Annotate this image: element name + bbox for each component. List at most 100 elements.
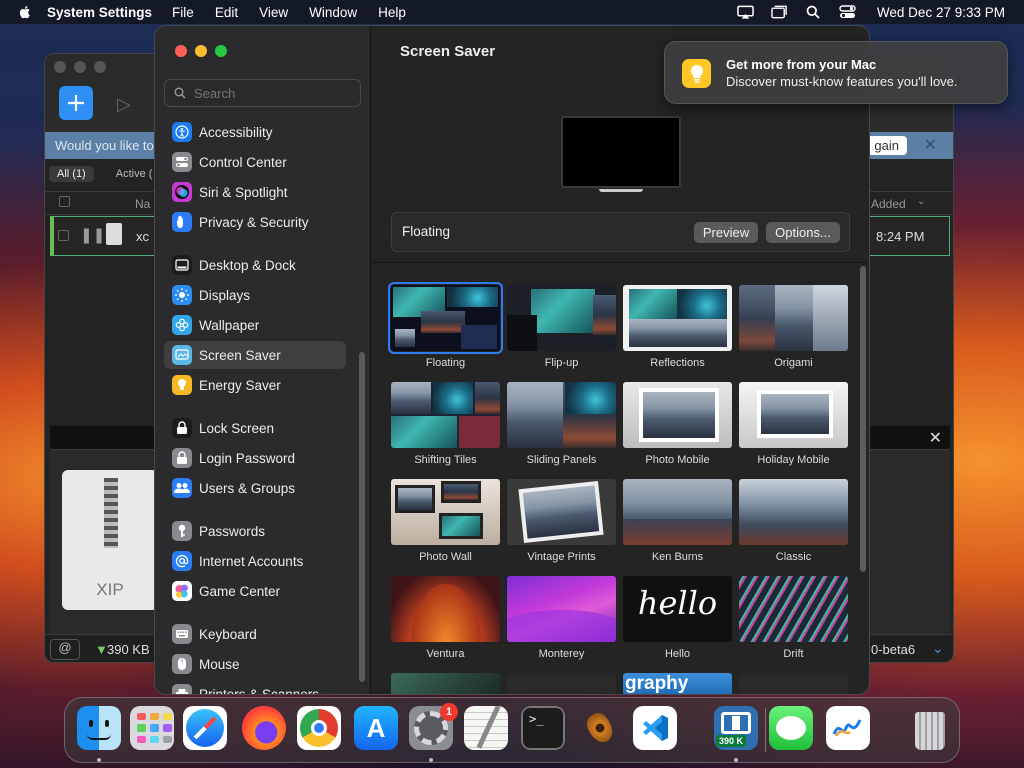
firefox-icon[interactable] xyxy=(242,706,286,750)
sidebar-item-internet-accounts[interactable]: Internet Accounts xyxy=(164,547,346,575)
close-icon[interactable]: ✕ xyxy=(929,428,942,448)
screensaver-tile-vintage-prints[interactable]: Vintage Prints xyxy=(507,479,616,563)
screensaver-tile-reflections[interactable]: Reflections xyxy=(623,285,732,369)
screensaver-tile-ventura[interactable]: Ventura xyxy=(391,576,500,660)
sidebar-item-passwords[interactable]: Passwords xyxy=(164,517,346,545)
launchpad-icon[interactable] xyxy=(130,706,174,750)
bg-window-controls[interactable] xyxy=(54,61,106,73)
screensaver-tile-photo-wall[interactable]: Photo Wall xyxy=(391,479,500,563)
snail-icon[interactable]: @ xyxy=(50,639,80,660)
close-icon[interactable]: ✕ xyxy=(924,135,937,155)
screensaver-tile-partial[interactable] xyxy=(739,673,848,694)
control-center-icon xyxy=(172,152,192,172)
sidebar-item-label: Login Password xyxy=(199,450,296,466)
search-input[interactable] xyxy=(194,85,344,101)
screensaver-tile-ken-burns[interactable]: Ken Burns xyxy=(623,479,732,563)
bg-header-checkbox[interactable] xyxy=(59,196,70,207)
sidebar-item-control-center[interactable]: Control Center xyxy=(164,148,346,176)
screensaver-tile-monterey[interactable]: Monterey xyxy=(507,576,616,660)
play-icon[interactable]: ▷ xyxy=(117,94,131,115)
sidebar-item-desktop-dock[interactable]: Desktop & Dock xyxy=(164,251,346,279)
control-center-icon[interactable] xyxy=(839,5,856,20)
textedit-icon[interactable] xyxy=(464,706,508,750)
bg-tab-active[interactable]: Active ( xyxy=(108,166,161,182)
minimize-button[interactable] xyxy=(195,45,207,57)
screensaver-tile-sliding-panels[interactable]: Sliding Panels xyxy=(507,382,616,466)
screensaver-tile-origami[interactable]: Origami xyxy=(739,285,848,369)
pause-icon[interactable]: ❚❚ xyxy=(80,226,105,244)
screensaver-tile-partial[interactable] xyxy=(507,673,616,694)
search-field[interactable] xyxy=(164,79,361,107)
finder-icon[interactable] xyxy=(77,706,121,750)
sidebar-scrollbar[interactable] xyxy=(359,352,365,682)
messages-icon[interactable] xyxy=(769,706,813,750)
sidebar-item-users-groups[interactable]: Users & Groups xyxy=(164,474,346,502)
help-menu[interactable]: Help xyxy=(378,5,406,20)
terminal-icon[interactable]: >_ xyxy=(521,706,565,750)
bg-name-header[interactable]: Na xyxy=(135,197,150,211)
freeform-icon[interactable] xyxy=(826,706,870,750)
window-menu[interactable]: Window xyxy=(309,5,357,20)
battery-icon xyxy=(172,375,192,395)
sidebar-item-printers-scanners[interactable]: Printers & Scanners xyxy=(164,680,346,695)
screensaver-thumbnail xyxy=(391,673,500,694)
bg-tab-all[interactable]: All (1) xyxy=(49,166,94,182)
screensaver-tile-shifting-tiles[interactable]: Shifting Tiles xyxy=(391,382,500,466)
menu-clock[interactable]: Wed Dec 27 9:33 PM xyxy=(877,5,1005,20)
content-scrollbar[interactable] xyxy=(860,266,866,572)
screensaver-tile-classic[interactable]: Classic xyxy=(739,479,848,563)
sidebar-item-login-password[interactable]: Login Password xyxy=(164,444,346,472)
safari-icon[interactable] xyxy=(183,706,227,750)
chrome-icon[interactable] xyxy=(297,706,341,750)
trash-icon[interactable] xyxy=(908,706,952,750)
sidebar-item-privacy-security[interactable]: Privacy & Security xyxy=(164,208,346,236)
screensaver-tile-photo-mobile[interactable]: Photo Mobile xyxy=(623,382,732,466)
edit-menu[interactable]: Edit xyxy=(215,5,238,20)
sidebar-item-keyboard[interactable]: Keyboard xyxy=(164,620,346,648)
apple-icon[interactable] xyxy=(17,4,33,20)
vscode-icon[interactable] xyxy=(633,706,677,750)
sidebar-item-accessibility[interactable]: Accessibility xyxy=(164,118,346,146)
sidebar-item-wallpaper[interactable]: Wallpaper xyxy=(164,311,346,339)
view-menu[interactable]: View xyxy=(259,5,288,20)
sidebar-item-lock-screen[interactable]: Lock Screen xyxy=(164,414,346,442)
file-menu[interactable]: File xyxy=(172,5,194,20)
bg-again-button[interactable]: gain xyxy=(866,136,907,155)
zoom-button[interactable] xyxy=(215,45,227,57)
options-button[interactable]: Options... xyxy=(766,222,840,243)
chevron-down-icon[interactable]: ⌄ xyxy=(932,640,944,657)
sidebar-item-label: Printers & Scanners xyxy=(199,686,320,695)
sidebar-item-energy-saver[interactable]: Energy Saver xyxy=(164,371,346,399)
screen-mirroring-icon[interactable] xyxy=(737,5,754,20)
sidebar-item-siri-spotlight[interactable]: Siri & Spotlight xyxy=(164,178,346,206)
current-saver-name: Floating xyxy=(402,224,451,239)
search-icon[interactable] xyxy=(805,5,822,20)
sidebar-item-displays[interactable]: Displays xyxy=(164,281,346,309)
screensaver-tile-holiday-mobile[interactable]: Holiday Mobile xyxy=(739,382,848,466)
window-icon[interactable] xyxy=(771,5,788,20)
sidebar-item-mouse[interactable]: Mouse xyxy=(164,650,346,678)
bg-row-checkbox[interactable] xyxy=(58,230,69,241)
downloader-icon[interactable]: 390 K xyxy=(714,706,758,750)
notification-banner[interactable]: Get more from your Mac Discover must-kno… xyxy=(664,41,1008,104)
screensaver-thumbnail xyxy=(507,285,616,351)
screensaver-tile-floating[interactable]: Floating xyxy=(388,282,503,369)
screensaver-tile-flip-up[interactable]: Flip-up xyxy=(507,285,616,369)
bg-add-button[interactable] xyxy=(59,86,93,120)
screensaver-tile-partial[interactable]: graphy xyxy=(623,673,732,694)
screensaver-tile-partial[interactable] xyxy=(391,673,500,694)
screensaver-tile-hello[interactable]: hello Hello xyxy=(623,576,732,660)
sidebar-item-label: Internet Accounts xyxy=(199,553,304,569)
content-pane: Screen Saver Floating Preview Options...… xyxy=(371,26,869,694)
sidebar-item-game-center[interactable]: Game Center xyxy=(164,577,346,605)
app-name-menu[interactable]: System Settings xyxy=(47,5,152,20)
screensaver-tile-drift[interactable]: Drift xyxy=(739,576,848,660)
bg-added-header[interactable]: Added xyxy=(871,197,906,211)
sidebar-item-screen-saver[interactable]: Screen Saver xyxy=(164,341,346,369)
close-button[interactable] xyxy=(175,45,187,57)
preview-button[interactable]: Preview xyxy=(694,222,758,243)
garageband-icon[interactable] xyxy=(578,706,622,750)
system-settings-window[interactable]: Accessibility Control Center Siri & Spotli… xyxy=(154,25,870,695)
app-store-icon[interactable]: A xyxy=(354,706,398,750)
screensaver-label: Floating xyxy=(425,357,466,369)
